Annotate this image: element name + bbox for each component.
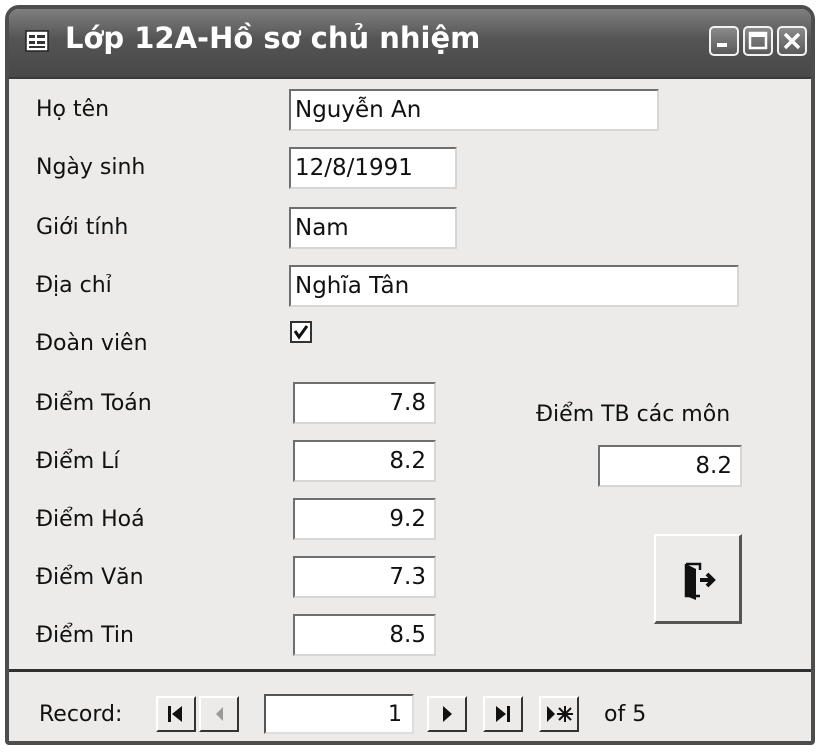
diem-hoa-label: Điểm Hoá [36,507,145,532]
diem-hoa-field[interactable]: 9.2 [293,498,436,540]
form-icon [25,30,49,52]
exit-button[interactable] [654,534,742,624]
dia-chi-field[interactable]: Nghĩa Tân [289,265,739,307]
maximize-button[interactable] [743,26,773,56]
ngay-sinh-label: Ngày sinh [36,155,146,180]
exit-door-icon [684,562,716,600]
minimize-button[interactable] [709,26,739,56]
maximize-icon [748,31,768,50]
diem-toan-field[interactable]: 7.8 [293,382,436,424]
diem-tin-field[interactable]: 8.5 [293,614,436,656]
next-record-button[interactable] [427,696,467,732]
first-record-button[interactable] [156,696,196,732]
ho-ten-field[interactable]: Nguyễn An [289,89,659,131]
record-count-label: of 5 [604,702,647,727]
checkmark-icon [293,325,309,340]
next-record-icon [443,706,452,722]
diem-van-field[interactable]: 7.3 [293,556,436,598]
new-record-button[interactable] [539,696,579,732]
form-window: Lớp 12A-Hồ sơ chủ nhiệm Họ tên Nguyễn An… [5,5,815,745]
doan-vien-label: Đoàn viên [36,331,148,356]
window-title: Lớp 12A-Hồ sơ chủ nhiệm [65,21,481,55]
record-label: Record: [39,702,123,727]
record-navigation-bar: Record: 1 of 5 [9,672,811,741]
title-bar[interactable]: Lớp 12A-Hồ sơ chủ nhiệm [9,9,811,79]
minimize-icon [717,43,727,47]
last-record-icon [496,706,510,722]
dia-chi-label: Địa chỉ [36,273,112,298]
doan-vien-checkbox[interactable] [290,321,312,343]
gioi-tinh-field[interactable]: Nam [289,207,457,249]
close-button[interactable] [777,26,807,56]
diem-li-label: Điểm Lí [36,449,120,474]
ho-ten-label: Họ tên [36,97,110,122]
last-record-button[interactable] [483,696,523,732]
previous-record-button[interactable] [199,696,239,732]
diem-tb-field[interactable]: 8.2 [598,445,742,487]
close-icon [783,32,801,50]
diem-tb-label: Điểm TB các môn [536,402,731,427]
diem-tin-label: Điểm Tin [36,623,134,648]
current-record-field[interactable]: 1 [264,694,414,734]
first-record-icon [168,706,182,722]
diem-li-field[interactable]: 8.2 [293,440,436,482]
diem-toan-label: Điểm Toán [36,391,152,416]
diem-van-label: Điểm Văn [36,565,144,590]
new-record-icon [547,706,573,722]
gioi-tinh-label: Giới tính [36,215,129,240]
previous-record-icon [216,707,223,721]
ngay-sinh-field[interactable]: 12/8/1991 [289,147,457,189]
